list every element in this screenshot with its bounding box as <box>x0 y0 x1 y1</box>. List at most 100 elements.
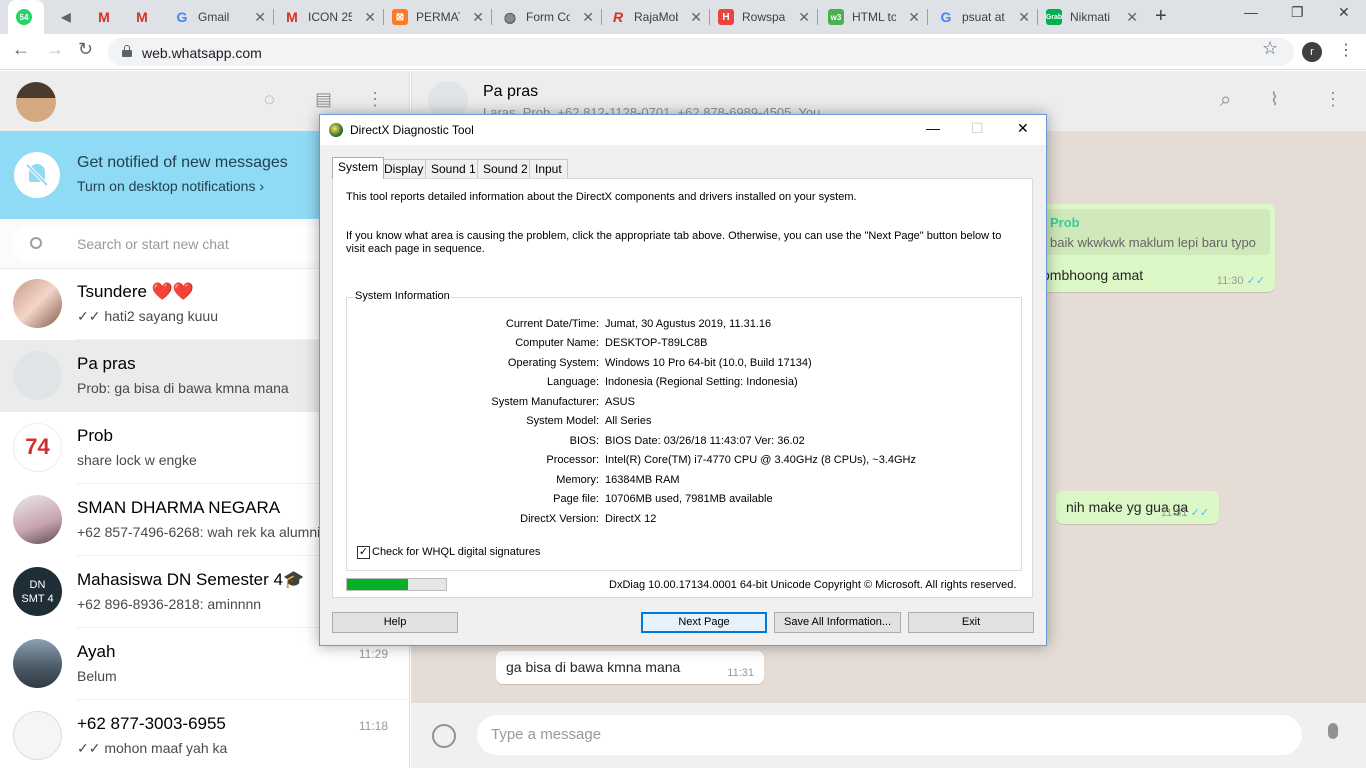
info-value: BIOS Date: 03/26/18 11:43:07 Ver: 36.02 <box>605 435 805 447</box>
tab-gmail[interactable]: G Gmail ✕ <box>166 0 272 34</box>
browser-tabstrip: 54 ◀ M M G Gmail ✕ M ICON 25 ✕ ⊠ PERMAT … <box>0 0 1366 34</box>
tab-audio[interactable]: ◀ <box>50 0 84 34</box>
close-icon[interactable]: ✕ <box>1017 120 1029 137</box>
info-row: Processor: Intel(R) Core(TM) i7-4770 CPU … <box>347 454 1023 468</box>
tab-system[interactable]: System <box>332 157 385 179</box>
status-icon[interactable]: ◌ <box>264 89 275 110</box>
search-icon[interactable]: ⌕ <box>1220 89 1231 112</box>
info-label: BIOS: <box>569 435 599 447</box>
close-icon[interactable]: ✕ <box>798 9 810 26</box>
tab-gmail-2[interactable]: M <box>126 0 162 34</box>
audio-icon: ◀ <box>61 10 71 24</box>
info-value: Intel(R) Core(TM) i7-4770 CPU @ 3.40GHz … <box>605 454 916 466</box>
help-button[interactable]: Help <box>332 612 458 633</box>
close-icon[interactable]: ✕ <box>472 9 484 26</box>
group-avatar-icon <box>13 351 62 400</box>
chat-name: +62 877-3003-6955 <box>77 714 226 733</box>
minimize-icon[interactable]: — <box>926 120 940 136</box>
tab-nikmati[interactable]: Grab Nikmati ✕ <box>1038 0 1144 34</box>
close-icon[interactable]: ✕ <box>1018 9 1030 26</box>
tab-title: Gmail <box>198 10 230 24</box>
info-row: BIOS: BIOS Date: 03/26/18 11:43:07 Ver: 3… <box>347 435 1023 449</box>
avatar: DN SMT 4 <box>13 567 62 616</box>
info-value: Indonesia (Regional Setting: Indonesia) <box>605 376 798 388</box>
avatar[interactable] <box>16 82 56 122</box>
tab-psuat[interactable]: G psuat at ✕ <box>930 0 1036 34</box>
profile-avatar[interactable]: r <box>1302 42 1322 62</box>
enable-notifications-link[interactable]: Turn on desktop notifications › <box>77 178 264 194</box>
info-value: All Series <box>605 415 652 427</box>
h-icon: H <box>718 9 734 25</box>
tab-gmail-1[interactable]: M <box>88 0 124 34</box>
grab-icon: Grab <box>1046 9 1062 25</box>
quote-text: baik wkwkwk maklum lepi baru typo <box>1050 235 1256 250</box>
google-icon: G <box>940 9 952 25</box>
message-time: 11:31 <box>727 667 754 679</box>
tab-rowspan[interactable]: H Rowspan ✕ <box>710 0 816 34</box>
tab-permat[interactable]: ⊠ PERMAT ✕ <box>384 0 490 34</box>
tab-sound-2[interactable]: Sound 2 <box>477 159 534 178</box>
info-label: Current Date/Time: <box>505 318 599 330</box>
emoji-icon[interactable] <box>432 724 456 748</box>
maximize-icon[interactable]: ☐ <box>971 120 984 137</box>
tab-rajamobil[interactable]: R RajaMob ✕ <box>602 0 708 34</box>
tab-input[interactable]: Input <box>529 159 568 178</box>
chrome-menu-icon[interactable]: ⋮ <box>1338 40 1354 60</box>
chat-item[interactable]: +62 877-3003-6955 ✓✓ mohon maaf yah ka 1… <box>0 700 409 768</box>
message-composer: Type a message <box>411 703 1366 768</box>
chat-name: Mahasiswa DN Semester 4🎓 <box>77 570 305 589</box>
message-input[interactable]: Type a message <box>477 715 1302 755</box>
whatsapp-icon: 54 <box>16 9 32 25</box>
dxdiag-titlebar[interactable]: DirectX Diagnostic Tool — ☐ ✕ <box>320 115 1046 145</box>
close-icon[interactable]: ✕ <box>1126 9 1138 26</box>
tab-display[interactable]: Display <box>378 159 430 178</box>
back-icon[interactable]: ← <box>12 39 30 60</box>
address-bar[interactable]: web.whatsapp.com <box>108 38 1294 66</box>
new-chat-icon[interactable]: ▤ <box>315 89 332 110</box>
close-icon[interactable]: ✕ <box>690 9 702 26</box>
close-icon[interactable]: ✕ <box>582 9 594 26</box>
copyright-text: DxDiag 10.00.17134.0001 64-bit Unicode C… <box>609 579 1017 591</box>
attach-icon[interactable]: ⌇ <box>1270 89 1279 110</box>
close-icon[interactable]: ✕ <box>364 9 376 26</box>
message-text: ombhoong amat <box>1042 267 1144 283</box>
tab-title: Form Co <box>526 10 570 24</box>
tab-html[interactable]: w3 HTML to ✕ <box>820 0 926 34</box>
w3-icon: w3 <box>828 9 844 25</box>
url-text: web.whatsapp.com <box>142 45 262 61</box>
tab-sound-1[interactable]: Sound 1 <box>425 159 482 178</box>
new-tab-button[interactable]: + <box>1155 5 1167 28</box>
browser-toolbar: ← → ↻ web.whatsapp.com <box>0 34 1366 70</box>
message-time: 11:31 ✓✓ <box>1160 507 1209 519</box>
whql-checkbox[interactable]: ✓ <box>357 546 370 559</box>
save-all-information-button[interactable]: Save All Information... <box>774 612 901 633</box>
reload-icon[interactable]: ↻ <box>78 39 93 60</box>
info-value: Windows 10 Pro 64-bit (10.0, Build 17134… <box>605 357 812 369</box>
tab-form[interactable]: ◍ Form Co ✕ <box>494 0 600 34</box>
tab-title: psuat at <box>962 10 1005 24</box>
microphone-icon[interactable] <box>1328 723 1338 739</box>
bell-off-icon <box>14 152 60 198</box>
message-bubble: ga bisa di bawa kmna mana 11:31 <box>496 651 764 684</box>
close-window-icon[interactable]: ✕ <box>1338 4 1350 21</box>
quoted-message[interactable]: Prob baik wkwkwk maklum lepi baru typo <box>1036 209 1270 255</box>
exit-button[interactable]: Exit <box>908 612 1034 633</box>
minimize-icon[interactable]: — <box>1244 4 1258 20</box>
chat-last-message: ✓✓ mohon maaf yah ka <box>77 740 228 756</box>
tab-icon25[interactable]: M ICON 25 ✕ <box>276 0 382 34</box>
close-icon[interactable]: ✕ <box>908 9 920 26</box>
tab-title: RajaMob <box>634 10 678 24</box>
info-row: System Manufacturer: ASUS <box>347 396 1023 410</box>
search-placeholder: Search or start new chat <box>77 236 229 252</box>
info-value: DESKTOP-T89LC8B <box>605 337 708 349</box>
menu-icon[interactable]: ⋮ <box>1324 89 1342 110</box>
bookmark-star-icon[interactable]: ☆ <box>1262 38 1278 59</box>
menu-icon[interactable]: ⋮ <box>366 89 384 110</box>
close-icon[interactable]: ✕ <box>254 9 266 26</box>
next-page-button[interactable]: Next Page <box>641 612 767 633</box>
gmail-icon: M <box>98 9 110 25</box>
forward-icon[interactable]: → <box>46 39 64 60</box>
tab-whatsapp[interactable]: 54 <box>8 0 44 34</box>
info-label: Language: <box>547 376 599 388</box>
restore-icon[interactable]: ❐ <box>1291 4 1304 21</box>
